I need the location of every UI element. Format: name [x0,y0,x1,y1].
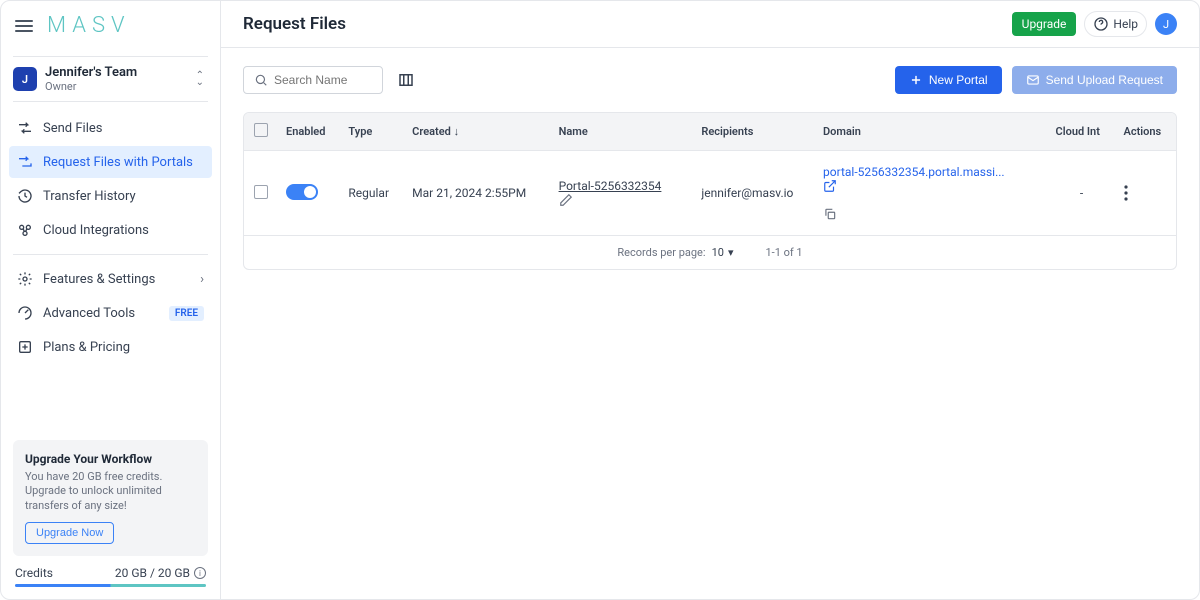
nav-send-files[interactable]: Send Files [9,112,212,144]
credits-label: Credits [15,566,53,580]
nav-request-files[interactable]: Request Files with Portals [9,146,212,178]
toolbar: New Portal Send Upload Request [221,48,1199,112]
col-cloud[interactable]: Cloud Int [1048,113,1116,151]
nav-primary: Send Files Request Files with Portals Tr… [1,102,220,246]
info-icon[interactable]: i [194,567,206,579]
nav-cloud-integrations[interactable]: Cloud Integrations [9,214,212,246]
upgrade-desc: You have 20 GB free credits. Upgrade to … [25,470,196,513]
brand-logo: MASV [47,13,131,38]
external-link-icon[interactable] [823,179,1040,193]
col-type[interactable]: Type [340,113,404,151]
new-portal-button[interactable]: New Portal [895,66,1002,94]
gauge-icon [17,305,33,321]
page-range: 1-1 of 1 [765,246,802,259]
col-name[interactable]: Name [551,113,694,151]
search-icon [254,73,268,87]
pagination: Records per page: 10 ▾ 1-1 of 1 [244,236,1176,269]
cell-type: Regular [340,151,404,236]
cell-created: Mar 21, 2024 2:55PM [404,151,550,236]
chevron-right-icon: › [200,272,204,287]
upgrade-title: Upgrade Your Workflow [25,452,196,466]
history-icon [17,188,33,204]
col-actions: Actions [1116,113,1177,151]
nav-label: Request Files with Portals [43,155,193,170]
sidebar: MASV J Jennifer's Team Owner ⌃⌄ Send Fil… [1,1,221,599]
nav-plans-pricing[interactable]: Plans & Pricing [9,331,212,363]
button-label: New Portal [929,73,988,87]
enabled-toggle[interactable] [286,184,318,200]
table-header-row: Enabled Type Created ↓ Name Recipients D… [244,113,1176,151]
nav-features-settings[interactable]: Features & Settings › [9,263,212,295]
plus-icon [909,73,923,87]
row-checkbox[interactable] [254,185,268,199]
nav-label: Cloud Integrations [43,223,149,238]
table-row: Regular Mar 21, 2024 2:55PM Portal-52563… [244,151,1176,236]
mail-icon [1026,73,1040,87]
portal-icon [17,154,33,170]
help-button[interactable]: Help [1084,11,1147,37]
nav-label: Plans & Pricing [43,340,130,355]
records-per-page-label: Records per page: [617,246,705,259]
button-label: Send Upload Request [1046,73,1163,87]
row-actions-menu[interactable] [1124,185,1169,201]
nav-transfer-history[interactable]: Transfer History [9,180,212,212]
select-all-checkbox[interactable] [254,123,268,137]
domain-link[interactable]: portal-5256332354.portal.massi... [823,165,1005,179]
team-role: Owner [45,80,137,93]
cell-recipients: jennifer@masv.io [693,151,815,236]
team-name: Jennifer's Team [45,65,137,80]
send-upload-request-button[interactable]: Send Upload Request [1012,66,1177,94]
columns-icon[interactable] [397,71,415,89]
upgrade-now-button[interactable]: Upgrade Now [25,522,114,544]
send-icon [17,120,33,136]
records-per-page-select[interactable]: 10 ▾ [712,246,734,259]
upgrade-card: Upgrade Your Workflow You have 20 GB fre… [13,440,208,556]
search-box[interactable] [243,66,383,94]
portal-name-link[interactable]: Portal-5256332354 [559,179,662,193]
header: Request Files Upgrade Help J [221,1,1199,48]
credits-row: Credits 20 GB / 20 GB i [1,566,220,584]
help-label: Help [1113,17,1138,31]
chevron-down-icon: ▾ [728,246,734,259]
nav-label: Features & Settings [43,272,155,287]
search-input[interactable] [274,73,372,87]
main: Request Files Upgrade Help J New Portal [221,1,1199,599]
col-domain[interactable]: Domain [815,113,1048,151]
help-icon [1093,16,1109,32]
nav-advanced-tools[interactable]: Advanced Tools FREE [9,297,212,329]
upgrade-button[interactable]: Upgrade [1012,12,1077,36]
copy-icon[interactable] [823,207,1040,221]
cloud-icon [17,222,33,238]
credits-value: 20 GB / 20 GB [115,566,190,580]
nav-label: Transfer History [43,189,136,204]
portals-table: Enabled Type Created ↓ Name Recipients D… [243,112,1177,270]
nav-label: Send Files [43,121,102,136]
sort-desc-icon: ↓ [454,125,460,138]
free-badge: FREE [169,306,204,321]
team-avatar: J [13,67,37,91]
col-recipients[interactable]: Recipients [693,113,815,151]
unfold-icon: ⌃⌄ [196,72,204,86]
cell-cloud: - [1048,151,1116,236]
col-enabled[interactable]: Enabled [278,113,340,151]
team-selector[interactable]: J Jennifer's Team Owner ⌃⌄ [13,56,208,102]
nav-secondary: Features & Settings › Advanced Tools FRE… [1,263,220,363]
plans-icon [17,339,33,355]
page-title: Request Files [243,14,346,34]
credits-bar [15,584,206,587]
col-created[interactable]: Created ↓ [404,113,550,151]
nav-label: Advanced Tools [43,306,135,321]
edit-icon[interactable] [559,193,686,207]
menu-icon[interactable] [15,20,33,32]
gear-icon [17,271,33,287]
user-avatar[interactable]: J [1155,13,1177,35]
